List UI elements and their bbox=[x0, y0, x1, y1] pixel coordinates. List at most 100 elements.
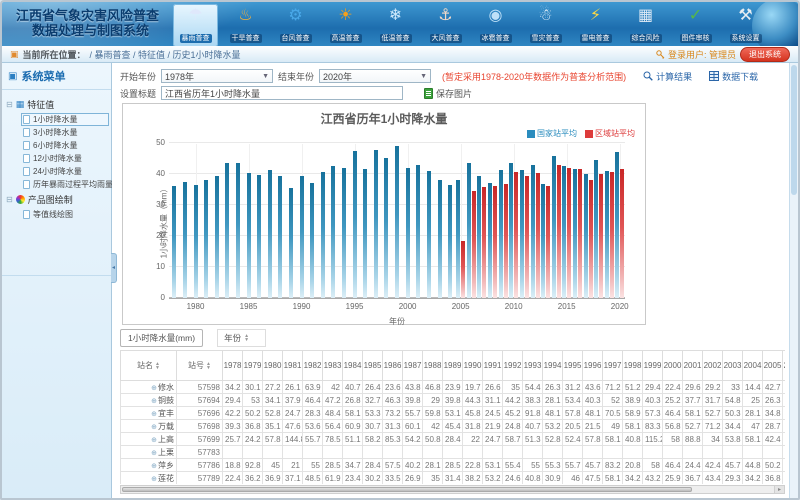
sidebar-item-1-0[interactable]: 等值线绘图 bbox=[21, 208, 109, 221]
tree-toggle-icon[interactable]: ⊟ bbox=[6, 195, 13, 204]
chart-title-input[interactable] bbox=[161, 86, 403, 100]
toolbar-item-combined-risk[interactable]: ▦综合风险 bbox=[623, 4, 668, 46]
col-header-year-2001[interactable]: 2001 bbox=[683, 351, 703, 381]
toolbar-item-high-temp-survey[interactable]: ☀高温普查 bbox=[323, 4, 368, 46]
value-cell: 28.5 bbox=[323, 459, 343, 472]
download-button[interactable]: 数据下载 bbox=[709, 70, 758, 83]
toolbar-item-drought-survey[interactable]: ♨干旱普查 bbox=[223, 4, 268, 46]
toolbar-item-hail-survey[interactable]: ◉冰雹普查 bbox=[473, 4, 518, 46]
tree-group-0[interactable]: ⊟▦特征值 bbox=[6, 96, 109, 113]
col-header-year-1979[interactable]: 1979 bbox=[243, 351, 263, 381]
station-name-cell[interactable]: ⊕宜丰 bbox=[121, 407, 177, 420]
value-cell bbox=[483, 446, 503, 459]
row-expand-icon[interactable]: ⊕ bbox=[151, 398, 157, 405]
col-header-year-2000[interactable]: 2000 bbox=[663, 351, 683, 381]
value-cell: 51.1 bbox=[343, 433, 363, 446]
year-sort-control[interactable]: 年份 ▲▼ bbox=[217, 329, 266, 347]
col-header-year-1981[interactable]: 1981 bbox=[283, 351, 303, 381]
toolbar-item-gale-survey[interactable]: ⚓大风普查 bbox=[423, 4, 468, 46]
col-header-year-1997[interactable]: 1997 bbox=[603, 351, 623, 381]
value-cell: 28.1 bbox=[423, 459, 443, 472]
col-header-year-1989[interactable]: 1989 bbox=[443, 351, 463, 381]
sidebar-item-0-3[interactable]: 12小时降水量 bbox=[21, 152, 109, 165]
row-expand-icon[interactable]: ⊕ bbox=[151, 411, 157, 418]
sidebar-collapse-handle[interactable]: ◂ bbox=[111, 253, 117, 283]
col-header-year-1987[interactable]: 1987 bbox=[403, 351, 423, 381]
station-name-cell[interactable]: ⊕上栗 bbox=[121, 446, 177, 459]
toolbar-item-lightning-survey[interactable]: ⚡雷电普查 bbox=[573, 4, 618, 46]
value-cell: 45.1 bbox=[783, 433, 786, 446]
logout-button[interactable]: 退出系统 bbox=[740, 47, 790, 62]
col-header-year-1999[interactable]: 1999 bbox=[643, 351, 663, 381]
page-scrollbar[interactable] bbox=[789, 63, 798, 498]
table-tab-1h[interactable]: 1小时降水量(mm) bbox=[120, 329, 203, 347]
calculator-icon: ▦ bbox=[623, 5, 668, 27]
value-cell: 39.8 bbox=[443, 394, 463, 407]
save-image-button[interactable]: 保存图片 bbox=[424, 87, 472, 100]
row-expand-icon[interactable]: ⊕ bbox=[151, 424, 157, 431]
toolbar-item-low-temp-survey[interactable]: ❄低温普查 bbox=[373, 4, 418, 46]
calculate-button[interactable]: 计算结果 bbox=[643, 70, 692, 83]
value-cell bbox=[503, 446, 523, 459]
horizontal-scrollbar[interactable]: ▸ bbox=[120, 485, 785, 494]
col-header-year-1980[interactable]: 1980 bbox=[263, 351, 283, 381]
station-name: 萍乡 bbox=[158, 461, 174, 470]
col-header-station-id[interactable]: 站号▲▼ bbox=[177, 351, 223, 381]
col-header-year-1994[interactable]: 1994 bbox=[543, 351, 563, 381]
bar-group-2015 bbox=[562, 144, 573, 298]
end-year-select[interactable]: 2020年 ▼ bbox=[319, 69, 431, 83]
value-cell: 29.6 bbox=[683, 381, 703, 394]
row-expand-icon[interactable]: ⊕ bbox=[151, 476, 157, 483]
col-header-year-1988[interactable]: 1988 bbox=[423, 351, 443, 381]
sidebar-item-0-1[interactable]: 3小时降水量 bbox=[21, 126, 109, 139]
sidebar-item-0-2[interactable]: 6小时降水量 bbox=[21, 139, 109, 152]
col-header-year-2006[interactable]: 2006 bbox=[783, 351, 786, 381]
col-header-year-1991[interactable]: 1991 bbox=[483, 351, 503, 381]
col-header-year-2005[interactable]: 2005 bbox=[763, 351, 783, 381]
col-header-year-2002[interactable]: 2002 bbox=[703, 351, 723, 381]
station-name-cell[interactable]: ⊕万载 bbox=[121, 420, 177, 433]
tree-group-1[interactable]: ⊟产品图绘制 bbox=[6, 191, 109, 208]
col-header-year-1996[interactable]: 1996 bbox=[583, 351, 603, 381]
col-header-year-1984[interactable]: 1984 bbox=[343, 351, 363, 381]
value-cell bbox=[583, 446, 603, 459]
station-name-cell[interactable]: ⊕莲花 bbox=[121, 472, 177, 485]
toolbar-item-map-review[interactable]: ✓图件审核 bbox=[673, 4, 718, 46]
col-header-year-1986[interactable]: 1986 bbox=[383, 351, 403, 381]
col-header-year-1983[interactable]: 1983 bbox=[323, 351, 343, 381]
station-name-cell[interactable]: ⊕铜鼓 bbox=[121, 394, 177, 407]
col-header-year-2003[interactable]: 2003 bbox=[723, 351, 743, 381]
station-name-cell[interactable]: ⊕修水 bbox=[121, 381, 177, 394]
value-cell: 32.7 bbox=[363, 394, 383, 407]
row-expand-icon[interactable]: ⊕ bbox=[151, 385, 157, 392]
start-year-select[interactable]: 1978年 ▼ bbox=[161, 69, 273, 83]
col-header-year-1995[interactable]: 1995 bbox=[563, 351, 583, 381]
row-expand-icon[interactable]: ⊕ bbox=[151, 463, 157, 470]
toolbar-item-system-settings[interactable]: ⚒系统设置 bbox=[723, 4, 768, 46]
toolbar-item-typhoon-survey[interactable]: ⚙台风普查 bbox=[273, 4, 318, 46]
col-header-year-1990[interactable]: 1990 bbox=[463, 351, 483, 381]
h-scroll-thumb[interactable] bbox=[122, 487, 692, 492]
station-name-cell[interactable]: ⊕上高 bbox=[121, 433, 177, 446]
sidebar-item-0-0[interactable]: 1小时降水量 bbox=[21, 113, 109, 126]
toolbar-item-label: 暴雨普查 bbox=[180, 34, 212, 43]
page-scroll-thumb[interactable] bbox=[791, 65, 797, 195]
col-header-station-name[interactable]: 站名▲▼ bbox=[121, 351, 177, 381]
col-header-year-2004[interactable]: 2004 bbox=[743, 351, 763, 381]
col-header-year-1982[interactable]: 1982 bbox=[303, 351, 323, 381]
col-header-year-1985[interactable]: 1985 bbox=[363, 351, 383, 381]
toolbar-item-rainstorm-survey[interactable]: ☂暴雨普查 bbox=[173, 4, 218, 46]
toolbar-item-snow-survey[interactable]: ☃雪灾普查 bbox=[523, 4, 568, 46]
sidebar-item-0-4[interactable]: 24小时降水量 bbox=[21, 165, 109, 178]
sidebar-item-0-5[interactable]: 历年暴雨过程平均雨量 bbox=[21, 178, 109, 191]
bar-national-2013 bbox=[541, 184, 545, 298]
col-header-year-1992[interactable]: 1992 bbox=[503, 351, 523, 381]
col-header-year-1998[interactable]: 1998 bbox=[623, 351, 643, 381]
tree-toggle-icon[interactable]: ⊟ bbox=[6, 100, 13, 109]
col-header-year-1993[interactable]: 1993 bbox=[523, 351, 543, 381]
row-expand-icon[interactable]: ⊕ bbox=[151, 437, 157, 444]
station-name-cell[interactable]: ⊕萍乡 bbox=[121, 459, 177, 472]
col-header-year-1978[interactable]: 1978 bbox=[223, 351, 243, 381]
h-scroll-corner[interactable]: ▸ bbox=[774, 486, 784, 493]
row-expand-icon[interactable]: ⊕ bbox=[151, 450, 157, 457]
